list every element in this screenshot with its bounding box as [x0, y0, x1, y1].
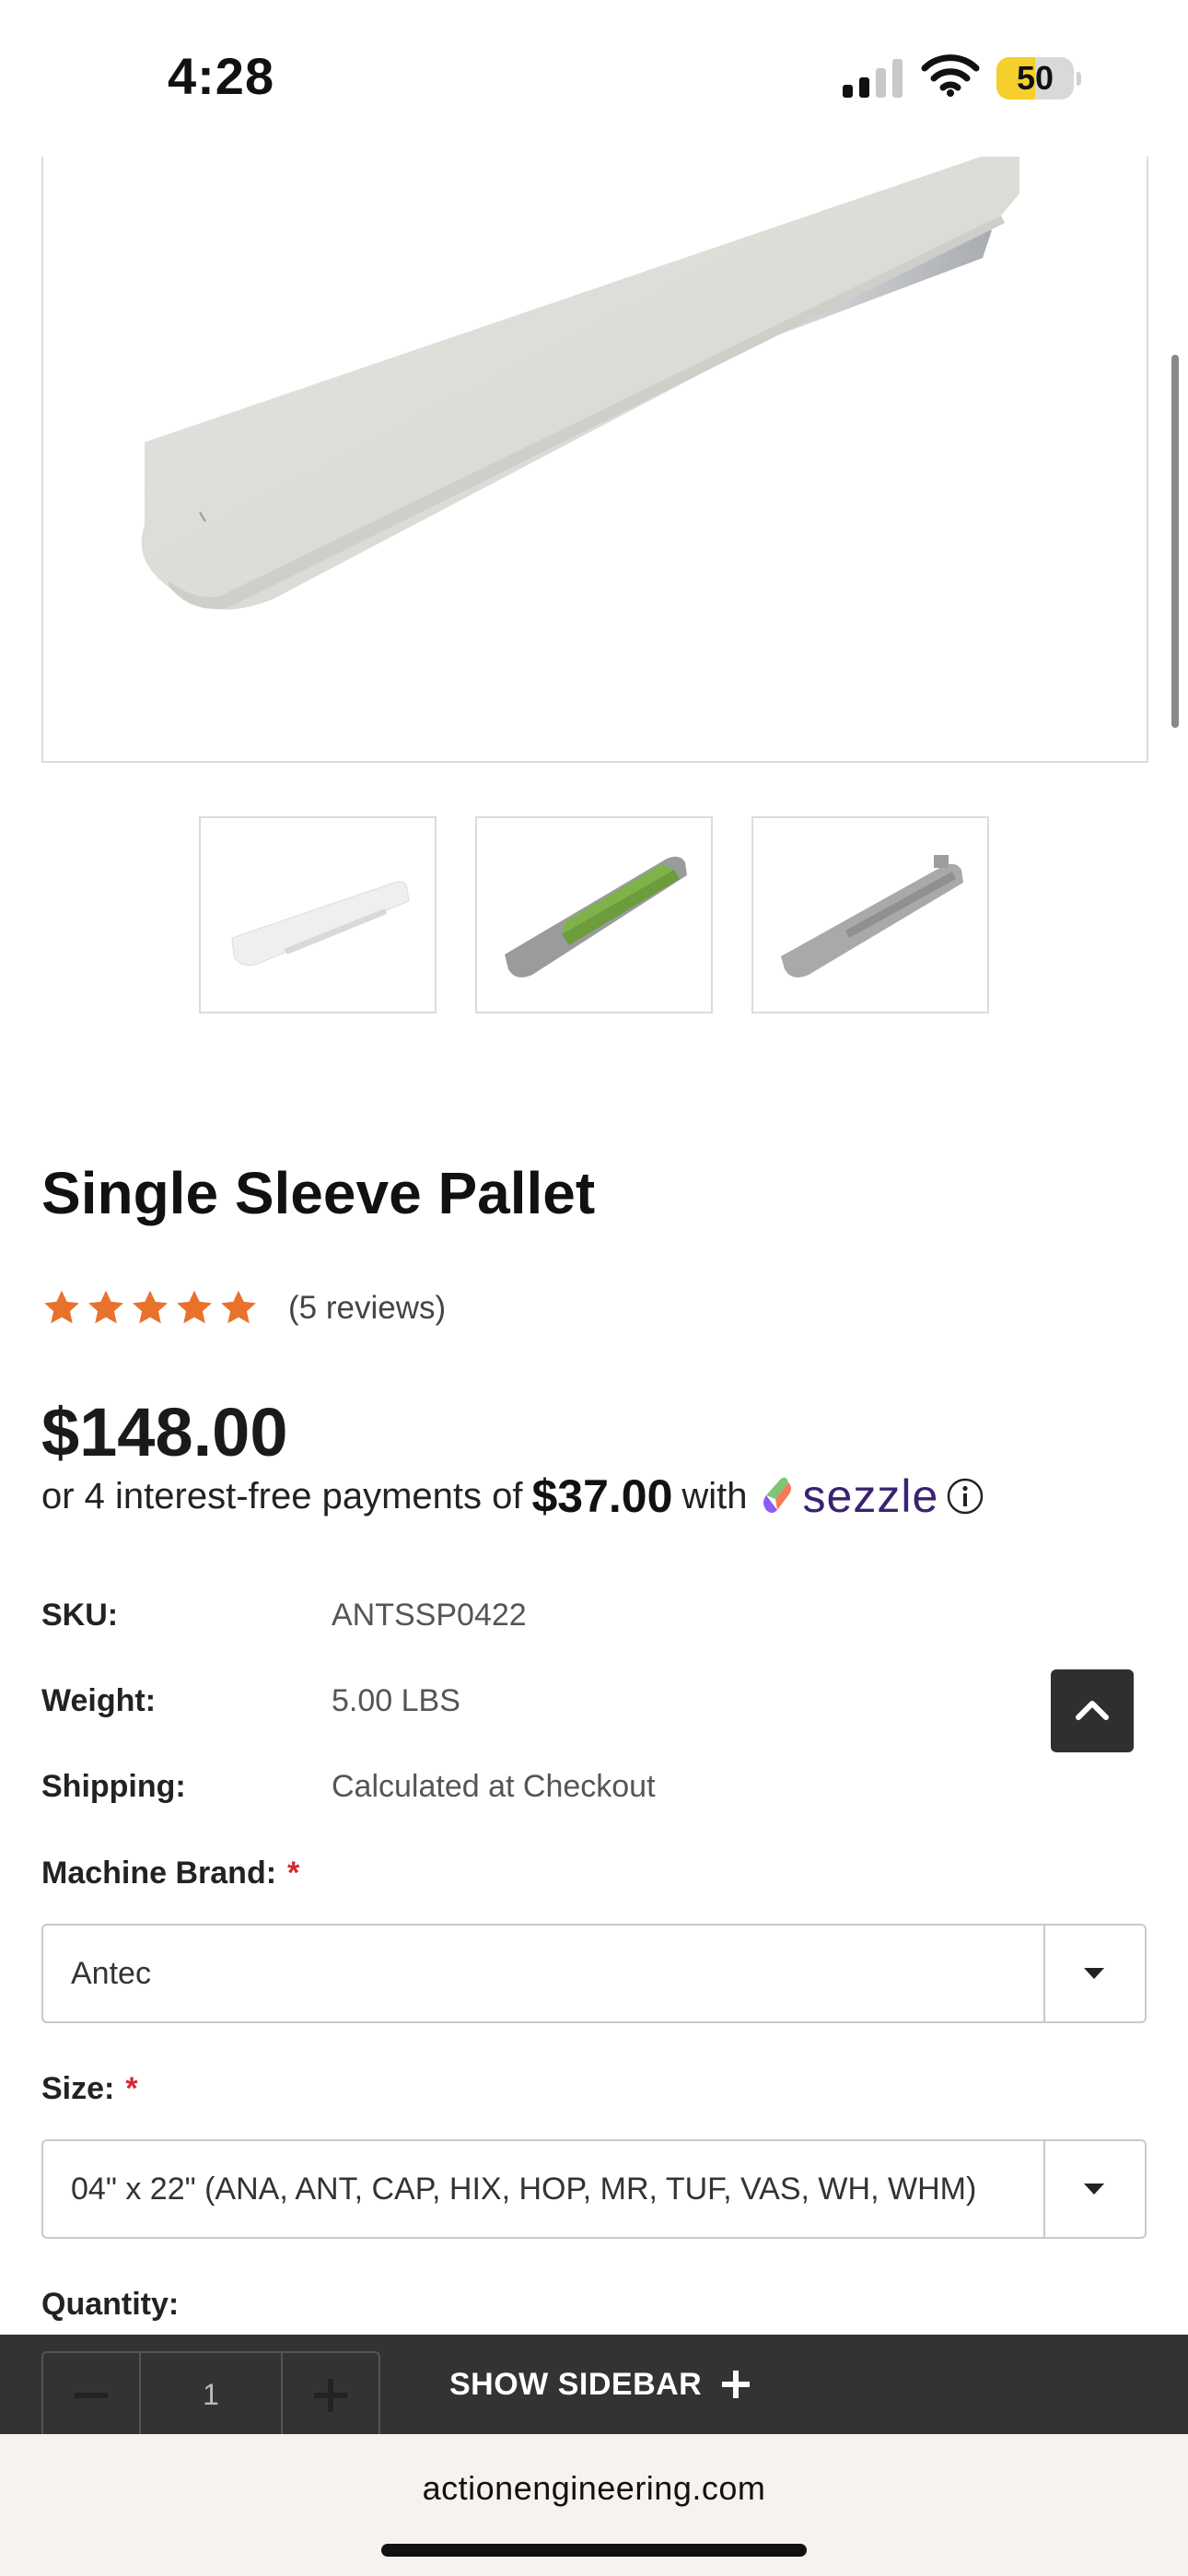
sezzle-brand: sezzle — [802, 1470, 939, 1522]
star-icon — [221, 1290, 256, 1324]
size-dropdown-toggle[interactable] — [1043, 2141, 1145, 2237]
wifi-icon — [921, 54, 980, 97]
pallet-image — [141, 157, 1019, 610]
required-marker: * — [125, 2071, 138, 2106]
url-text[interactable]: actionengineering.com — [0, 2469, 1188, 2508]
quantity-label: Quantity: — [41, 2287, 180, 2322]
spec-value-weight: 5.00 LBS — [332, 1683, 460, 1718]
machine-brand-label-text: Machine Brand: — [41, 1856, 277, 1891]
spec-label-weight: Weight: — [41, 1683, 157, 1718]
page-scrollbar[interactable] — [1171, 355, 1179, 728]
green-pallet-thumbnail — [505, 856, 687, 978]
white-pallet-thumbnail — [231, 881, 410, 966]
thumbnail-3[interactable] — [751, 816, 989, 1013]
plus-icon — [722, 2371, 751, 2398]
chevron-up-icon — [1076, 1701, 1109, 1720]
product-title: Single Sleeve Pallet — [41, 1160, 596, 1226]
rating-stars[interactable] — [41, 1288, 259, 1330]
reviews-link[interactable]: (5 reviews) — [288, 1290, 446, 1327]
status-time: 4:28 — [168, 47, 275, 105]
quantity-stepper — [41, 2351, 380, 2436]
machine-brand-dropdown-toggle[interactable] — [1043, 1926, 1145, 2021]
cellular-signal-icon — [843, 59, 903, 98]
spec-label-sku: SKU: — [41, 1598, 119, 1633]
product-price: $148.00 — [41, 1394, 288, 1470]
show-sidebar-label: SHOW SIDEBAR — [449, 2366, 703, 2402]
machine-brand-value: Antec — [71, 1956, 151, 1991]
thumbnail-1[interactable] — [199, 816, 437, 1013]
quantity-decrease-button[interactable] — [43, 2353, 141, 2436]
machine-brand-select[interactable]: Antec — [41, 1924, 1147, 2023]
show-sidebar-button[interactable]: SHOW SIDEBAR — [449, 2335, 751, 2434]
spec-value-shipping: Calculated at Checkout — [332, 1769, 656, 1804]
minus-icon — [75, 2393, 108, 2398]
product-main-image[interactable] — [41, 157, 1148, 763]
caret-down-icon — [1084, 1968, 1104, 1979]
installment-with: with — [681, 1475, 748, 1516]
required-marker: * — [287, 1856, 300, 1891]
info-icon[interactable] — [946, 1477, 984, 1516]
star-icon — [44, 1290, 79, 1324]
spec-label-shipping: Shipping: — [41, 1769, 186, 1804]
caret-down-icon — [1084, 2184, 1104, 2195]
battery-percent: 50 — [1016, 59, 1054, 97]
star-icon — [133, 1290, 168, 1324]
back-to-top-button[interactable] — [1051, 1669, 1134, 1752]
size-label: Size: * — [41, 2071, 138, 2107]
star-icon — [88, 1290, 123, 1324]
machine-brand-label: Machine Brand: * — [41, 1856, 299, 1891]
star-icon — [177, 1290, 212, 1324]
size-select[interactable]: 04" x 22" (ANA, ANT, CAP, HIX, HOP, MR, … — [41, 2139, 1147, 2239]
spec-value-sku: ANTSSP0422 — [332, 1598, 527, 1633]
installment-prefix: or 4 interest-free payments of — [41, 1475, 523, 1516]
thumbnail-2[interactable] — [475, 816, 713, 1013]
sezzle-installment: or 4 interest-free payments of $37.00 wi… — [41, 1467, 984, 1526]
gray-pallet-thumbnail — [781, 855, 963, 978]
installment-amount: $37.00 — [531, 1470, 673, 1522]
home-indicator[interactable] — [381, 2544, 807, 2557]
quantity-input[interactable] — [141, 2353, 281, 2436]
quantity-increase-button[interactable] — [281, 2353, 379, 2436]
size-label-text: Size: — [41, 2071, 115, 2106]
status-bar: 4:28 50 — [0, 0, 1188, 157]
battery-indicator: 50 — [996, 57, 1081, 100]
size-value: 04" x 22" (ANA, ANT, CAP, HIX, HOP, MR, … — [71, 2172, 977, 2207]
sezzle-logo-icon — [763, 1477, 791, 1513]
